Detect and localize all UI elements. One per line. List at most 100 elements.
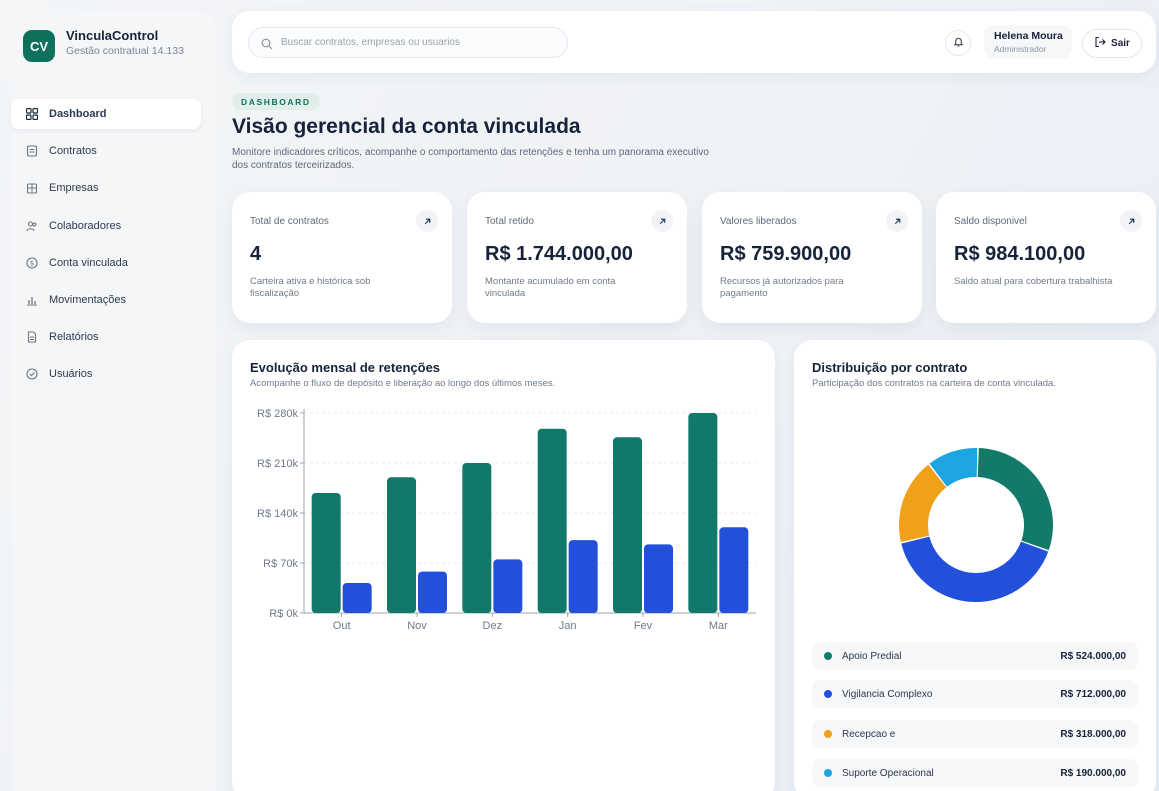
arrow-up-right-icon[interactable] (416, 210, 438, 232)
x-tick-label: Dez (483, 620, 503, 632)
monthly-retention-card: R$ 0k R$ 70k R$ 140k R$ 210k R$ 280k Out Nov De… (232, 340, 775, 791)
kpi-label: Total retido (485, 216, 534, 227)
user-role: Administrador (994, 44, 1047, 54)
brand-subtitle: Gestão contratual 14.133 (66, 45, 184, 57)
bar (719, 527, 749, 613)
kpi-value: R$ 1.744.000,00 (485, 243, 633, 265)
arrow-up-right-icon[interactable] (1120, 210, 1142, 232)
kpi-card-valores-liberados[interactable]: Valores liberados R$ 759.900,00 Recursos… (702, 192, 922, 323)
chart-title: Evolução mensal de retenções (250, 360, 441, 375)
legend-dot (824, 690, 832, 698)
sidebar-item-label: Colaboradores (49, 219, 122, 232)
kpi-description: Saldo atual para cobertura trabalhista (954, 276, 1113, 287)
legend-item[interactable]: Vigilancia Complexo R$ 712.000,00 (812, 680, 1138, 708)
sidebar-item-movimentacoes[interactable]: Movimentações (11, 285, 201, 315)
bar-chart-icon (25, 293, 39, 307)
building-icon (25, 181, 39, 195)
bar (311, 493, 341, 613)
kpi-card-total-contratos[interactable]: Total de contratos 4 Carteira ativa e hi… (232, 192, 452, 323)
arrow-up-right-icon[interactable] (651, 210, 673, 232)
legend-value: R$ 712.000,00 (1060, 688, 1126, 700)
kpi-card-total-retido[interactable]: Total retido R$ 1.744.000,00 Montante ac… (467, 192, 687, 323)
bell-icon (953, 34, 964, 52)
sidebar-item-label: Dashboard (49, 108, 107, 120)
sidebar-item-colaboradores[interactable]: Colaboradores (11, 211, 201, 241)
bar (644, 544, 673, 613)
legend-value: R$ 190.000,00 (1060, 767, 1126, 779)
y-tick-label: R$ 70k (263, 558, 298, 570)
search-box[interactable] (248, 27, 568, 58)
kpi-label: Total de contratos (250, 216, 329, 227)
kpi-description: Carteira ativa e histórica sob fiscaliza… (250, 276, 371, 299)
arrow-up-right-icon[interactable] (886, 210, 908, 232)
sidebar-item-label: Usuários (49, 368, 93, 381)
sidebar-item-relatorios[interactable]: Relatórios (11, 322, 201, 352)
sidebar-item-conta-vinculada[interactable]: $ Conta vinculada (11, 248, 201, 278)
kpi-label: Saldo disponivel (954, 216, 1027, 227)
contract-icon (25, 144, 39, 158)
sidebar-item-dashboard[interactable]: Dashboard (11, 99, 201, 129)
contract-distribution-card: Distribuição por contrato Participação d… (794, 340, 1156, 791)
bar (568, 540, 598, 613)
kpi-description: Montante acumulado em conta vinculada (485, 276, 616, 299)
bar (688, 413, 718, 613)
grid-icon (25, 107, 39, 121)
bar (613, 437, 642, 613)
chart-subtitle: Acompanhe o fluxo de depósito e liberaçã… (250, 378, 556, 389)
sidebar-nav: Dashboard Contratos Empresas Colaborador… (11, 99, 201, 397)
sidebar-item-label: Relatórios (49, 331, 99, 344)
bar (537, 428, 567, 613)
brand[interactable]: CV VinculaControl Gestão contratual 14.1… (23, 28, 184, 62)
page-title: Visão gerencial da conta vinculada (232, 115, 581, 138)
donut-slice[interactable] (977, 448, 1053, 551)
legend-label: Recepcao e (842, 728, 896, 740)
monthly-retention-chart: R$ 0k R$ 70k R$ 140k R$ 210k R$ 280k Out Nov De… (257, 408, 756, 632)
x-tick-label: Fev (634, 620, 653, 632)
x-tick-label: Jan (559, 620, 577, 632)
section-eyebrow: DASHBOARD (232, 93, 320, 110)
kpi-card-saldo-disponivel[interactable]: Saldo disponivel R$ 984.100,00 Saldo atu… (936, 192, 1156, 323)
document-icon (25, 330, 39, 344)
sidebar: CV VinculaControl Gestão contratual 14.1… (11, 11, 216, 791)
sidebar-item-label: Empresas (49, 182, 99, 195)
brand-logo: CV (23, 30, 55, 62)
legend-item[interactable]: Recepcao e R$ 318.000,00 (812, 720, 1138, 748)
legend-value: R$ 524.000,00 (1060, 650, 1126, 662)
logout-icon (1094, 36, 1111, 51)
x-tick-label: Out (333, 620, 351, 632)
page-description: Monitore indicadores críticos, acompanhe… (232, 147, 709, 171)
shield-check-icon (25, 367, 39, 381)
kpi-value: 4 (250, 243, 262, 265)
kpi-label: Valores liberados (720, 216, 797, 227)
legend-label: Suporte Operacional (842, 767, 934, 779)
people-icon (25, 219, 39, 233)
svg-text:$: $ (30, 259, 34, 267)
search-input[interactable] (281, 37, 551, 48)
bar (462, 463, 492, 613)
bar (493, 559, 523, 613)
brand-name: VinculaControl (66, 28, 159, 43)
bar (418, 571, 447, 613)
legend-item[interactable]: Suporte Operacional R$ 190.000,00 (812, 759, 1138, 787)
donut-slice[interactable] (901, 536, 1049, 602)
kpi-description: Recursos já autorizados para pagamento (720, 276, 844, 299)
user-profile[interactable]: Helena Moura Administrador (984, 25, 1072, 59)
sidebar-item-empresas[interactable]: Empresas (11, 173, 201, 203)
legend-value: R$ 318.000,00 (1060, 728, 1126, 740)
chart-subtitle: Participação dos contratos na carteira d… (812, 378, 1056, 389)
legend-item[interactable]: Apoio Predial R$ 524.000,00 (812, 642, 1138, 670)
x-tick-label: Mar (709, 620, 728, 632)
logout-label: Sair (1111, 38, 1130, 49)
top-header: Helena Moura Administrador Sair (232, 11, 1156, 73)
chart-title: Distribuição por contrato (812, 360, 968, 375)
sidebar-item-label: Contratos (49, 145, 97, 158)
y-tick-label: R$ 210k (257, 458, 298, 470)
notifications-button[interactable] (945, 30, 971, 56)
logout-button[interactable]: Sair (1082, 29, 1142, 58)
legend-dot (824, 769, 832, 777)
sidebar-item-label: Conta vinculada (49, 256, 128, 269)
bar (387, 477, 416, 613)
sidebar-item-usuarios[interactable]: Usuários (11, 359, 201, 389)
sidebar-item-contratos[interactable]: Contratos (11, 136, 201, 166)
legend-dot (824, 652, 832, 660)
